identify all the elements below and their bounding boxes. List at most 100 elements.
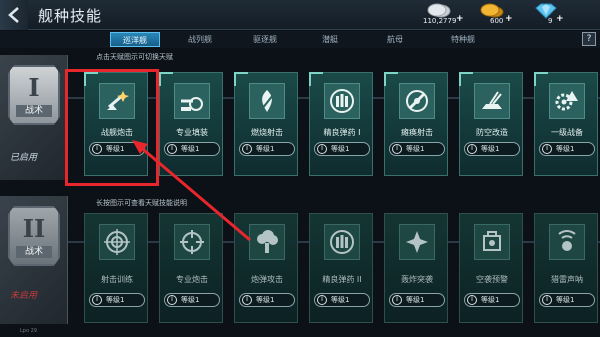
tab-submarine[interactable]: 潜艇 <box>305 32 355 47</box>
skill-card[interactable]: 一级战备 I 等级1 <box>534 72 598 176</box>
ammo-icon <box>330 230 354 254</box>
tab-special[interactable]: 特种舰 <box>438 32 488 47</box>
level-text: 等级1 <box>181 296 200 304</box>
level-badge-icon: I <box>392 295 402 305</box>
plus-icon[interactable]: + <box>505 14 513 24</box>
skill-name: 专业炮击 <box>176 275 208 284</box>
card-corner <box>459 72 473 86</box>
skill-level: I 等级1 <box>164 142 220 156</box>
level-text: 等级1 <box>556 296 575 304</box>
tab-cruiser[interactable]: 巡洋舰 <box>110 32 160 47</box>
level-badge-icon: I <box>242 144 252 154</box>
level-text: 等级1 <box>256 145 275 153</box>
card-corner <box>309 72 323 86</box>
crosshair-icon <box>180 230 204 254</box>
skill-level: I 等级1 <box>89 293 145 307</box>
level-badge-icon: I <box>242 295 252 305</box>
currency-silver[interactable]: 110,2779 + <box>423 3 475 27</box>
highlight-box <box>65 69 159 186</box>
tier-2-section: II 战术 未启用 长按图示可查看天赋技能说明 射击训练 I 等级1 专业炮击 I… <box>0 196 600 337</box>
level-text: 等级1 <box>106 296 125 304</box>
tab-destroyer[interactable]: 驱逐舰 <box>240 32 290 47</box>
skill-card[interactable]: 猎雷声呐 I 等级1 <box>534 213 598 323</box>
skill-level: I 等级1 <box>239 142 295 156</box>
skill-level: I 等级1 <box>539 293 595 307</box>
skill-card[interactable]: 空袭预警 I 等级1 <box>459 213 523 323</box>
skill-level: I 等级1 <box>314 142 370 156</box>
card-corner <box>534 72 548 86</box>
level-badge-icon: I <box>92 295 102 305</box>
level-badge-icon: I <box>392 144 402 154</box>
card-corner <box>234 72 248 86</box>
level-badge-icon: I <box>467 295 477 305</box>
skill-name: 精良弹药 II <box>322 275 362 284</box>
skill-name: 射击训练 <box>101 275 133 284</box>
level-badge-icon: I <box>167 144 177 154</box>
skill-card[interactable]: 炮弹攻击 I 等级1 <box>234 213 298 323</box>
level-badge-icon: I <box>467 144 477 154</box>
level-text: 等级1 <box>556 145 575 153</box>
ship-type-tabs: 巡洋舰 战列舰 驱逐舰 潜艇 航母 特种舰 <box>0 31 600 48</box>
card-corner <box>384 72 398 86</box>
level-badge-icon: I <box>167 295 177 305</box>
level-badge-icon: I <box>542 144 552 154</box>
top-bar: 舰种技能 110,2779 + 600 + 9 + <box>0 0 600 30</box>
level-badge-icon: I <box>317 295 327 305</box>
skill-card[interactable]: 瘫痪射击 I 等级1 <box>384 72 448 176</box>
skill-name: 燃烧射击 <box>251 128 283 137</box>
tab-battleship[interactable]: 战列舰 <box>175 32 225 47</box>
skill-name: 瘫痪射击 <box>401 128 433 137</box>
silver-amount: 110,2779 <box>423 17 457 25</box>
bomb-raid-icon <box>406 231 428 253</box>
skill-card[interactable]: 专业炮击 I 等级1 <box>159 213 223 323</box>
tab-carrier[interactable]: 航母 <box>370 32 420 47</box>
level-text: 等级1 <box>256 296 275 304</box>
skill-level: I 等级1 <box>464 142 520 156</box>
back-button[interactable] <box>0 0 28 30</box>
currency-gold[interactable]: 600 + <box>478 3 520 27</box>
help-button[interactable]: ? <box>582 32 596 46</box>
skill-name: 专业填装 <box>176 128 208 137</box>
flame-shell-icon <box>261 90 274 112</box>
skill-card[interactable]: 精良弹药 II I 等级1 <box>309 213 373 323</box>
card-corner <box>159 72 173 86</box>
skill-name: 轰炸突袭 <box>401 275 433 284</box>
plus-icon[interactable]: + <box>456 14 464 24</box>
skill-cards-row: 射击训练 I 等级1 专业炮击 I 等级1 炮弹攻击 I 等级1 精良弹药 II I等… <box>0 196 600 337</box>
skill-card[interactable]: 轰炸突袭 I 等级1 <box>384 213 448 323</box>
skill-card[interactable]: 防空改造 I 等级1 <box>459 72 523 176</box>
sonar-icon <box>558 230 576 251</box>
gear-alert-icon <box>555 91 578 111</box>
skill-name: 空袭预警 <box>476 275 508 284</box>
skill-level: I 等级1 <box>164 293 220 307</box>
artillery-icon <box>181 97 203 111</box>
skill-card[interactable]: 精良弹药 I I 等级1 <box>309 72 373 176</box>
gold-amount: 600 <box>490 17 504 25</box>
aa-gun-icon <box>482 91 502 109</box>
skill-card[interactable]: 燃烧射击 I 等级1 <box>234 72 298 176</box>
crosshair-shot-icon <box>406 90 428 112</box>
skill-name: 防空改造 <box>476 128 508 137</box>
level-badge-icon: I <box>317 144 327 154</box>
diamond-amount: 9 <box>548 17 553 25</box>
skill-level: I 等级1 <box>314 293 370 307</box>
skill-name: 猎雷声呐 <box>551 275 583 284</box>
skill-card[interactable]: 专业填装 I 等级1 <box>159 72 223 176</box>
ammo-icon <box>330 89 354 113</box>
level-text: 等级1 <box>406 296 425 304</box>
level-text: 等级1 <box>481 296 500 304</box>
skill-level: I 等级1 <box>239 293 295 307</box>
skill-name: 精良弹药 I <box>323 128 361 137</box>
skill-level: I 等级1 <box>389 142 445 156</box>
level-text: 等级1 <box>181 145 200 153</box>
plus-icon[interactable]: + <box>556 14 564 24</box>
chevron-left-icon <box>8 7 19 23</box>
skill-name: 炮弹攻击 <box>251 275 283 284</box>
skill-card[interactable]: 射击训练 I 等级1 <box>84 213 148 323</box>
currency-diamond[interactable]: 9 + <box>532 3 572 27</box>
level-text: 等级1 <box>406 145 425 153</box>
target-icon <box>104 229 130 255</box>
skill-level: I 等级1 <box>389 293 445 307</box>
footer-text: Lpo 29 <box>20 328 37 334</box>
skill-level: I 等级1 <box>539 142 595 156</box>
